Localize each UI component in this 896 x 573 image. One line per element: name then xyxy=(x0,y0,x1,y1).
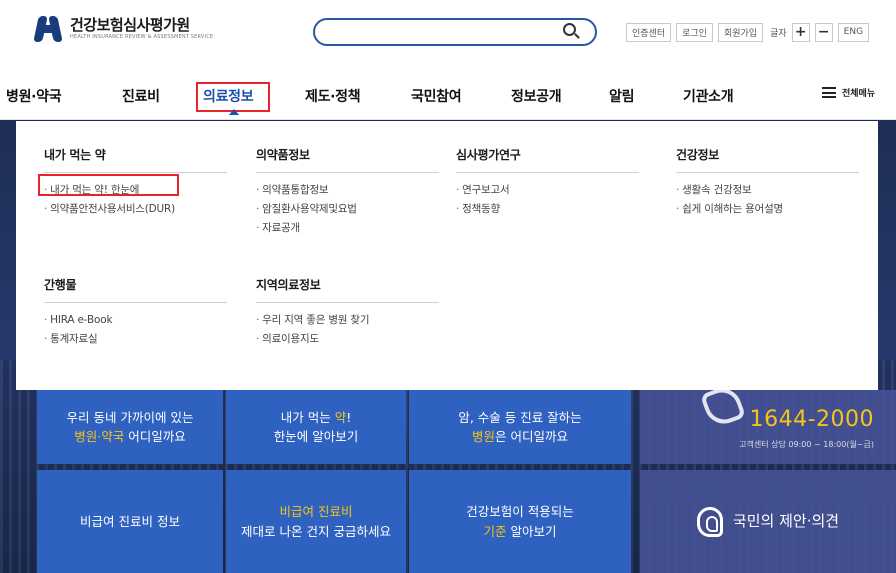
login-link[interactable]: 로그인 xyxy=(676,22,713,42)
font-increase-button[interactable]: + xyxy=(791,22,810,42)
banner-highlight: 병원·약국 xyxy=(74,429,125,444)
menu-section-title: 지역의료정보 xyxy=(256,276,439,303)
banner-text: 비급여 진료비 정보 xyxy=(80,513,180,529)
menu-section-health-info: 건강정보 생활속 건강정보 쉽게 이해하는 용어설명 xyxy=(676,146,859,219)
banner-text: 병원·약국 어디일까요 xyxy=(74,427,185,446)
search-box xyxy=(313,18,597,46)
banner-text: 은 어디일까요 xyxy=(495,429,568,444)
banner-text: 병원은 어디일까요 xyxy=(472,427,568,446)
banner-good-hospital[interactable]: 암, 수술 등 진료 잘하는 병원은 어디일까요 xyxy=(409,390,631,464)
search-icon[interactable] xyxy=(563,23,581,41)
menu-link-research-reports[interactable]: 연구보고서 xyxy=(456,181,639,200)
menu-section-title: 건강정보 xyxy=(676,146,859,173)
banner-text: 알아보기 xyxy=(506,523,557,539)
font-size-label: 글자 xyxy=(770,28,787,39)
menu-section-title: 심사평가연구 xyxy=(456,146,639,173)
mega-menu-dropdown: 내가 먹는 약 내가 먹는 약! 한눈에 의약품안전사용서비스(DUR) 의약품… xyxy=(16,121,878,390)
banner-highlight: 약 xyxy=(334,409,347,425)
english-link[interactable]: ENG xyxy=(837,22,870,42)
hamburger-icon xyxy=(822,87,836,98)
banner-highlight: 병원 xyxy=(472,429,496,444)
menu-link-highlight-box xyxy=(38,174,179,196)
banner-text: 암, 수술 등 진료 잘하는 xyxy=(458,409,582,425)
banner-text: 어디일까요 xyxy=(124,429,186,444)
menu-link-dur[interactable]: 의약품안전사용서비스(DUR) xyxy=(44,200,227,219)
site-logo[interactable]: 건강보험심사평가원 HEALTH INSURANCE REVIEW & ASSE… xyxy=(33,14,214,44)
menu-link-statistics[interactable]: 통계자료실 xyxy=(44,330,227,349)
utility-links: 인증센터 로그인 회원가입 글자 + − ENG xyxy=(626,22,870,42)
nav-disclosure[interactable]: 정보공개 xyxy=(511,86,562,106)
banner-customer-center[interactable]: 1644-2000 고객센터 상담 09:00 ~ 18:00(월~금) xyxy=(640,390,896,464)
font-decrease-button[interactable]: − xyxy=(814,22,833,42)
banner-my-medicine[interactable]: 내가 먹는 약! 한눈에 알아보기 xyxy=(226,390,406,464)
logo-title: 건강보험심사평가원 xyxy=(70,16,190,34)
nav-policy[interactable]: 제도·정책 xyxy=(305,86,361,106)
site-header: 건강보험심사평가원 HEALTH INSURANCE REVIEW & ASSE… xyxy=(0,0,896,72)
menu-section-title: 내가 먹는 약 xyxy=(44,146,227,173)
all-menu-label: 전체메뉴 xyxy=(842,89,876,99)
banner-text: 내가 먹는 약! xyxy=(281,408,351,427)
nav-about[interactable]: 기관소개 xyxy=(683,86,734,106)
banner-uncovered-fee-info[interactable]: 비급여 진료비 정보 xyxy=(37,470,223,573)
banner-uncovered-fee-check[interactable]: 비급여 진료비 제대로 나온 건지 궁금하세요 xyxy=(226,470,406,573)
logo-subtitle: HEALTH INSURANCE REVIEW & ASSESSMENT SER… xyxy=(70,34,214,40)
menu-section-drug-info: 의약품정보 의약품통합정보 암질환사용약제및요법 자료공개 xyxy=(256,146,439,238)
nav-notice[interactable]: 알림 xyxy=(609,86,634,106)
nav-medical-fees[interactable]: 진료비 xyxy=(122,86,160,106)
search-input[interactable] xyxy=(327,23,547,41)
active-nav-caret-icon xyxy=(229,109,239,115)
nav-hospital-pharmacy[interactable]: 병원·약국 xyxy=(6,86,62,106)
banner-text: 제대로 나온 건지 궁금하세요 xyxy=(241,523,391,539)
main-navigation: 병원·약국 진료비 의료정보 제도·정책 국민참여 정보공개 알림 기관소개 xyxy=(0,72,896,120)
menu-link-find-good-hospital[interactable]: 우리 지역 좋은 병원 찾기 xyxy=(256,311,439,330)
cert-center-link[interactable]: 인증센터 xyxy=(626,22,672,42)
banner-text: 우리 동네 가까이에 있는 xyxy=(66,409,194,425)
menu-section-regional-info: 지역의료정보 우리 지역 좋은 병원 찾기 의료이용지도 xyxy=(256,276,439,349)
menu-link-data-release[interactable]: 자료공개 xyxy=(256,219,439,238)
banner-text: 국민의 제안·의견 xyxy=(732,511,840,530)
signup-link[interactable]: 회원가입 xyxy=(717,22,764,42)
menu-link-policy-trends[interactable]: 정책동향 xyxy=(456,200,639,219)
banner-public-proposal[interactable]: 국민의 제안·의견 xyxy=(640,470,896,573)
ear-icon xyxy=(696,506,723,537)
menu-link-term-glossary[interactable]: 쉽게 이해하는 용어설명 xyxy=(676,200,859,219)
menu-section-research: 심사평가연구 연구보고서 정책동향 xyxy=(456,146,639,219)
menu-link-daily-health-info[interactable]: 생활속 건강정보 xyxy=(676,181,859,200)
banner-nearby-hospital[interactable]: 우리 동네 가까이에 있는 병원·약국 어디일까요 xyxy=(37,390,223,464)
menu-link-hira-ebook[interactable]: HIRA e-Book xyxy=(44,311,227,330)
banner-text: 기준 알아보기 xyxy=(484,522,557,541)
menu-section-title: 간행물 xyxy=(44,276,227,303)
banner-text: 내가 먹는 xyxy=(280,409,335,425)
banner-highlight: 기준 xyxy=(483,523,507,539)
banner-text: 한눈에 알아보기 xyxy=(273,429,359,444)
menu-link-cancer-drug-regimen[interactable]: 암질환사용약제및요법 xyxy=(256,200,439,219)
customer-center-phone: 1644-2000 xyxy=(749,406,874,432)
logo-mark-icon xyxy=(33,14,63,44)
banner-text: ! xyxy=(346,409,352,425)
banner-insurance-criteria[interactable]: 건강보험이 적용되는 기준 알아보기 xyxy=(409,470,631,573)
active-nav-highlight-box xyxy=(196,82,270,112)
banner-text: 건강보험이 적용되는 xyxy=(466,504,574,520)
menu-section-publications: 간행물 HIRA e-Book 통계자료실 xyxy=(44,276,227,349)
nav-participation[interactable]: 국민참여 xyxy=(411,86,462,106)
menu-link-medical-usage-map[interactable]: 의료이용지도 xyxy=(256,330,439,349)
all-menu-button[interactable]: 전체메뉴 xyxy=(822,86,875,99)
banner-highlight: 비급여 진료비 xyxy=(279,504,353,520)
menu-link-drug-integrated-info[interactable]: 의약품통합정보 xyxy=(256,181,439,200)
customer-center-hours: 고객센터 상담 09:00 ~ 18:00(월~금) xyxy=(739,439,874,449)
menu-section-title: 의약품정보 xyxy=(256,146,439,173)
